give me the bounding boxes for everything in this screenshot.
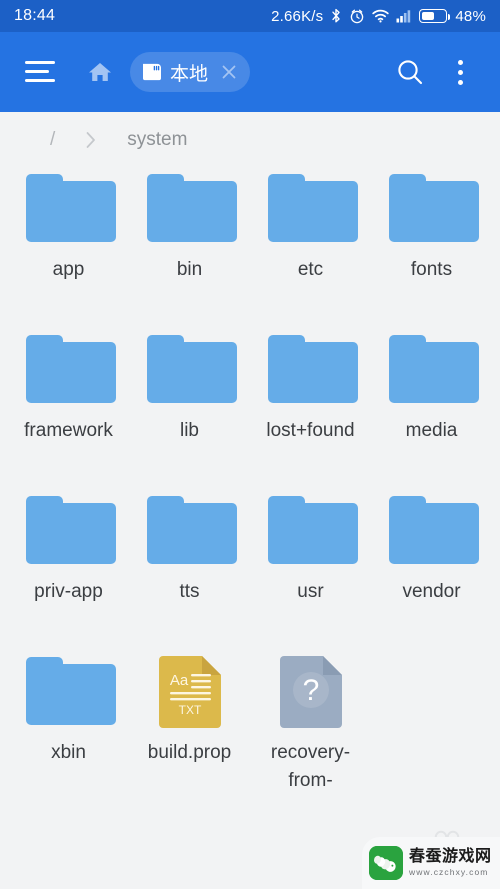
file-grid: app bin etc fonts framework lib lost+fou… bbox=[0, 167, 500, 889]
cellular-signal-icon bbox=[396, 9, 411, 22]
grid-item-folder[interactable]: etc bbox=[250, 167, 371, 328]
folder-icon bbox=[267, 496, 358, 564]
grid-item-label: bin bbox=[176, 259, 203, 280]
battery-icon bbox=[419, 9, 451, 23]
breadcrumb: / system bbox=[0, 112, 500, 167]
folder-icon bbox=[388, 174, 479, 242]
grid-item-icon: Aa TXT bbox=[143, 654, 237, 730]
grid-item-label: xbin bbox=[51, 742, 86, 763]
alarm-clock-icon bbox=[351, 9, 364, 23]
overflow-menu-button[interactable] bbox=[438, 50, 482, 94]
battery-fill bbox=[422, 12, 434, 20]
folder-icon bbox=[267, 174, 358, 242]
grid-item-icon bbox=[385, 171, 479, 247]
folder-icon bbox=[388, 496, 479, 564]
grid-item-folder[interactable]: bin bbox=[129, 167, 250, 328]
grid-item-label: framework bbox=[24, 420, 113, 441]
grid-item-label: tts bbox=[179, 581, 200, 602]
grid-item-folder[interactable]: vendor bbox=[371, 489, 492, 650]
breadcrumb-current[interactable]: system bbox=[127, 129, 187, 151]
status-indicators: 2.66K/s 48% bbox=[271, 8, 486, 25]
grid-item-folder[interactable]: priv-app bbox=[8, 489, 129, 650]
status-bar: 18:44 2.66K/s 48% bbox=[0, 0, 500, 32]
storage-chip-local[interactable]: 本地 bbox=[130, 52, 251, 92]
grid-item-folder[interactable]: lost+found bbox=[250, 328, 371, 489]
grid-item-icon bbox=[143, 171, 237, 247]
grid-item-folder[interactable]: usr bbox=[250, 489, 371, 650]
unknown-file-icon: ? bbox=[279, 656, 342, 728]
grid-item-icon bbox=[385, 493, 479, 569]
sd-card-icon bbox=[143, 63, 161, 81]
folder-icon bbox=[388, 335, 479, 403]
grid-item-icon bbox=[22, 332, 116, 408]
grid-item-icon bbox=[22, 171, 116, 247]
search-button[interactable] bbox=[388, 50, 432, 94]
network-speed-text: 2.66K/s bbox=[271, 7, 324, 25]
text-file-icon: Aa TXT bbox=[158, 656, 221, 728]
grid-item-label: etc bbox=[297, 259, 324, 280]
close-icon bbox=[222, 65, 236, 79]
grid-item-icon: ? bbox=[264, 654, 358, 730]
grid-item-icon bbox=[22, 493, 116, 569]
svg-text:Aa: Aa bbox=[169, 672, 188, 689]
grid-item-folder[interactable]: app bbox=[8, 167, 129, 328]
grid-item-icon bbox=[143, 493, 237, 569]
folder-icon bbox=[25, 174, 116, 242]
hamburger-menu-button[interactable] bbox=[18, 50, 62, 94]
grid-item-file[interactable]: Aa TXT build.prop bbox=[129, 650, 250, 811]
chevron-right-icon bbox=[55, 130, 127, 150]
svg-text:?: ? bbox=[302, 674, 319, 707]
svg-text:TXT: TXT bbox=[178, 703, 201, 717]
app-toolbar: 本地 bbox=[0, 32, 500, 112]
storage-chip-close-button[interactable] bbox=[214, 57, 244, 87]
grid-item-folder[interactable]: fonts bbox=[371, 167, 492, 328]
folder-icon bbox=[267, 335, 358, 403]
hamburger-menu-icon bbox=[25, 61, 55, 83]
grid-item-label: usr bbox=[297, 581, 324, 602]
grid-item-label: recovery-from- bbox=[270, 742, 351, 791]
grid-item-folder[interactable]: media bbox=[371, 328, 492, 489]
folder-icon bbox=[25, 496, 116, 564]
search-icon bbox=[398, 60, 423, 85]
grid-item-icon bbox=[143, 332, 237, 408]
grid-item-folder[interactable]: lib bbox=[129, 328, 250, 489]
grid-item-label: lost+found bbox=[266, 420, 355, 441]
grid-item-icon bbox=[22, 654, 116, 730]
grid-item-label: app bbox=[52, 259, 85, 280]
grid-item-label: build.prop bbox=[147, 742, 232, 763]
folder-icon bbox=[146, 335, 237, 403]
bluetooth-icon bbox=[332, 8, 341, 22]
grid-item-icon bbox=[264, 493, 358, 569]
more-vertical-icon bbox=[445, 52, 475, 92]
battery-percent-text: 48% bbox=[455, 7, 486, 25]
grid-item-label: priv-app bbox=[34, 581, 103, 602]
home-button[interactable] bbox=[78, 50, 122, 94]
folder-icon bbox=[146, 496, 237, 564]
folder-icon bbox=[146, 174, 237, 242]
home-icon bbox=[89, 63, 111, 81]
storage-chip-label: 本地 bbox=[170, 63, 209, 85]
grid-item-folder[interactable]: framework bbox=[8, 328, 129, 489]
folder-icon bbox=[25, 657, 116, 725]
grid-item-label: media bbox=[405, 420, 458, 441]
grid-item-label: vendor bbox=[402, 581, 461, 602]
file-manager-screen: 18:44 2.66K/s 48% 本地 / system app bin et… bbox=[0, 0, 500, 889]
grid-item-label: lib bbox=[179, 420, 199, 441]
grid-item-folder[interactable]: tts bbox=[129, 489, 250, 650]
grid-item-folder[interactable]: xbin bbox=[8, 650, 129, 811]
wifi-icon bbox=[372, 9, 390, 23]
grid-item-icon bbox=[264, 171, 358, 247]
folder-icon bbox=[25, 335, 116, 403]
grid-item-label: fonts bbox=[410, 259, 453, 280]
grid-item-icon bbox=[385, 332, 479, 408]
grid-item-file[interactable]: ? recovery-from- bbox=[250, 650, 371, 811]
grid-item-icon bbox=[264, 332, 358, 408]
status-clock: 18:44 bbox=[14, 7, 56, 24]
